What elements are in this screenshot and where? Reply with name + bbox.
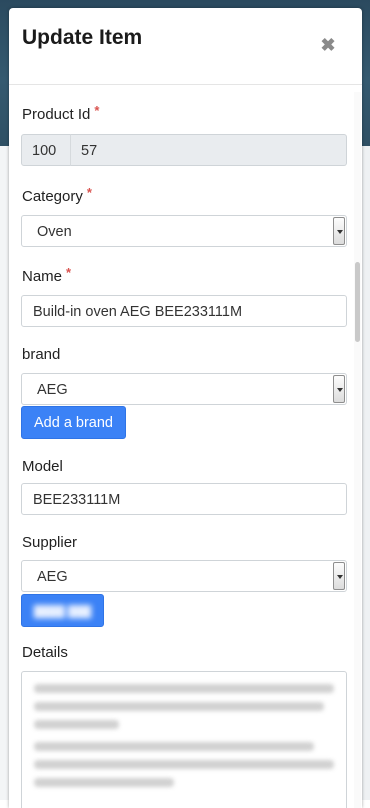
product-id-prefix: 100 [21, 134, 71, 166]
supplier-label-text: Supplier [22, 534, 78, 551]
scrollbar-thumb[interactable] [355, 262, 360, 342]
product-id-value: 57 [81, 143, 98, 159]
update-item-modal: Update Item ✖ Product Id * 100 57 Categor… [9, 8, 362, 808]
modal-title: Update Item [22, 26, 143, 49]
model-label-text: Model [22, 458, 63, 475]
add-brand-button[interactable]: Add a brand [21, 406, 126, 439]
category-selected-value: Oven [37, 224, 72, 240]
blurred-text-line [34, 760, 334, 769]
product-id-field: 57 [70, 134, 347, 166]
supplier-selected-value: AEG [37, 569, 68, 585]
name-label: Name * [22, 265, 72, 285]
name-input[interactable]: Build-in oven AEG BEE233111M [21, 295, 347, 327]
supplier-select[interactable]: AEG [21, 560, 347, 592]
details-textarea[interactable] [21, 671, 347, 808]
modal-scrollbar[interactable] [354, 92, 361, 808]
name-label-text: Name [22, 268, 63, 285]
brand-select[interactable]: AEG [21, 373, 347, 405]
supplier-label: Supplier [22, 534, 77, 551]
model-label: Model [22, 458, 63, 475]
category-label: Category * [22, 185, 92, 205]
blurred-text-line [34, 720, 119, 729]
chevron-down-icon[interactable] [333, 217, 345, 245]
chevron-down-icon[interactable] [333, 562, 345, 590]
blurred-button-text: ████ ███ [33, 606, 92, 618]
required-asterisk: * [86, 185, 92, 200]
brand-selected-value: AEG [37, 382, 68, 398]
blurred-text-line [34, 684, 334, 693]
page-background-right [362, 146, 370, 800]
product-id-label-text: Product Id [22, 106, 91, 123]
model-input-value: BEE233111M [33, 492, 121, 508]
chevron-down-icon[interactable] [333, 375, 345, 403]
required-asterisk: * [94, 103, 100, 118]
product-id-prefix-value: 100 [32, 143, 57, 159]
brand-label: brand [22, 346, 60, 363]
details-label-text: Details [22, 644, 68, 661]
category-select[interactable]: Oven [21, 215, 347, 247]
close-icon[interactable]: ✖ [319, 36, 337, 54]
details-label: Details [22, 644, 68, 661]
category-label-text: Category [22, 188, 83, 205]
brand-label-text: brand [22, 346, 61, 363]
name-input-value: Build-in oven AEG BEE233111M [33, 304, 243, 320]
blurred-text-line [34, 702, 324, 711]
page-background-left [0, 146, 9, 800]
blurred-text-line [34, 778, 174, 787]
blurred-text-line [34, 742, 314, 751]
modal-header: Update Item ✖ [9, 8, 362, 85]
required-asterisk: * [66, 265, 72, 280]
model-input[interactable]: BEE233111M [21, 483, 347, 515]
add-supplier-button[interactable]: ████ ███ [21, 594, 104, 627]
product-id-label: Product Id * [22, 103, 100, 123]
